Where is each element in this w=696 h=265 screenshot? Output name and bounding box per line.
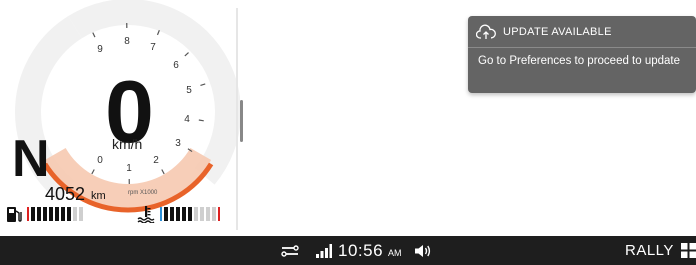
rpm-tick-label: 9 — [97, 44, 103, 55]
fuel-bar-segment — [43, 207, 47, 221]
speed-unit: km/h — [112, 136, 143, 152]
fuel-bar-segment — [61, 207, 65, 221]
clock: 10:56 AM — [338, 236, 402, 265]
temp-bar-segment — [206, 207, 210, 221]
volume-icon[interactable] — [414, 236, 432, 265]
rpm-tick-mark — [200, 83, 206, 87]
rpm-tick-mark — [91, 169, 95, 175]
panel-divider — [236, 8, 238, 230]
rpm-tick-mark — [92, 32, 96, 38]
clock-time: 10:56 — [338, 240, 384, 260]
temp-bar-segment — [188, 207, 192, 221]
odometer-value: 4052 — [45, 184, 86, 204]
temp-bar-segment — [194, 207, 198, 221]
fuel-bar-segment — [31, 207, 35, 221]
fuel-pump-icon — [7, 207, 22, 222]
connectivity-icon[interactable] — [281, 236, 299, 265]
fuel-bar-segment — [55, 207, 59, 221]
status-bar: 10:56 AM RALLY — [0, 236, 696, 265]
grid-menu-icon[interactable] — [681, 236, 696, 265]
fuel-bar-segment — [79, 207, 83, 221]
temp-bar-segment — [170, 207, 174, 221]
fuel-bar-segment — [73, 207, 77, 221]
rpm-tick-label: 2 — [153, 155, 159, 166]
temp-bar-segment — [182, 207, 186, 221]
temp-bar-segment — [176, 207, 180, 221]
fuel-bar-segment — [37, 207, 41, 221]
temp-bar-segment — [160, 207, 162, 221]
notification-message: Go to Preferences to proceed to update — [478, 55, 681, 67]
notification-separator — [468, 47, 696, 48]
update-notification[interactable]: UPDATE AVAILABLE Go to Preferences to pr… — [468, 16, 696, 93]
coolant-temperature-icon — [137, 206, 155, 223]
rpm-tick-label: 0 — [97, 155, 103, 166]
fuel-bar-segment — [67, 207, 71, 221]
notification-title: UPDATE AVAILABLE — [503, 26, 612, 38]
rpm-tick-label: 8 — [124, 36, 130, 47]
panel-drag-handle[interactable] — [240, 100, 243, 142]
rpm-tick-mark — [156, 30, 160, 36]
cloud-upload-icon — [476, 24, 496, 39]
temp-bar-segment — [200, 207, 204, 221]
rpm-tick-mark — [198, 119, 204, 122]
riding-mode-label[interactable]: RALLY — [625, 236, 674, 265]
temp-bar-segment — [212, 207, 216, 221]
rpm-tick-mark — [184, 52, 189, 57]
gear-indicator: N — [12, 130, 50, 188]
signal-icon — [316, 236, 332, 265]
fuel-bar-segment — [27, 207, 29, 221]
rpm-tick-mark — [161, 169, 165, 175]
temp-bar-segment — [164, 207, 168, 221]
rpm-tick-label: 4 — [184, 114, 190, 125]
clock-ampm: AM — [388, 248, 402, 258]
rpm-tick-label: 5 — [186, 85, 192, 96]
rpm-tick-label: 1 — [126, 163, 132, 174]
temp-redline-marker — [218, 207, 220, 221]
rpm-tick-label: 3 — [175, 138, 181, 149]
odometer-unit: km — [91, 190, 106, 202]
fuel-gauge-bars — [27, 207, 83, 221]
rpm-tick-label: 7 — [150, 42, 156, 53]
rpm-unit-label: rpm X1000 — [128, 190, 158, 196]
rpm-tick-label: 6 — [173, 60, 179, 71]
temperature-gauge-bars — [160, 207, 220, 221]
fuel-bar-segment — [49, 207, 53, 221]
